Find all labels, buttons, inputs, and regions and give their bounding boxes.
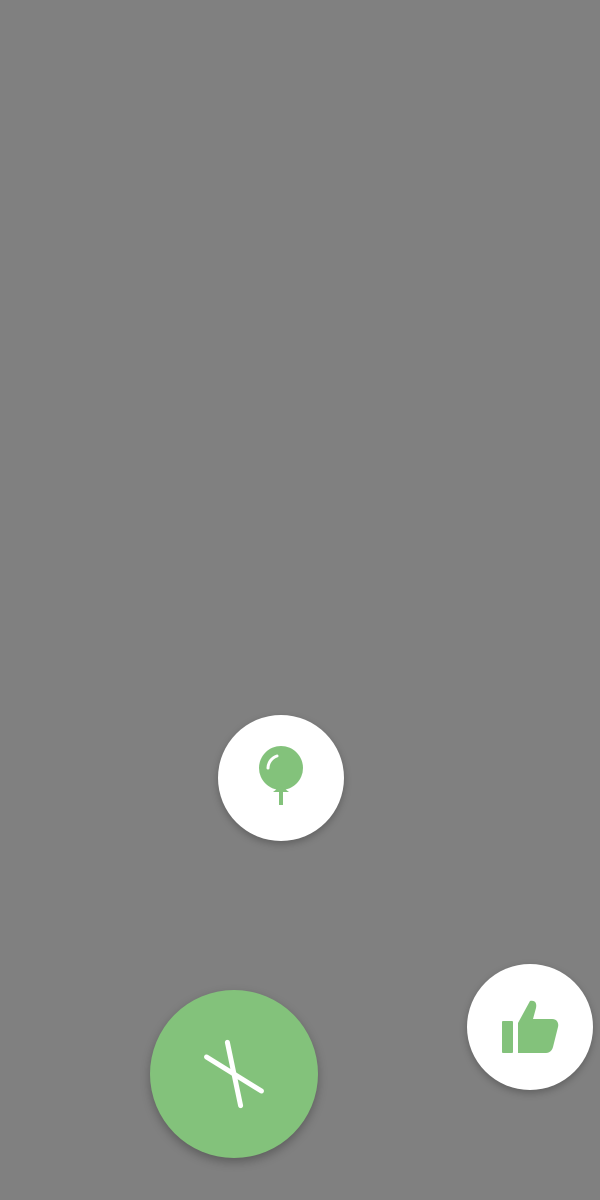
balloon-icon: [259, 746, 303, 805]
close-icon: [204, 1039, 264, 1109]
dimmed-overlay[interactable]: [0, 0, 600, 1200]
like-action-button[interactable]: [467, 964, 593, 1090]
thumbs-up-icon: [502, 1000, 559, 1053]
balloon-action-button[interactable]: [218, 715, 344, 841]
close-fab-button[interactable]: [150, 990, 318, 1158]
